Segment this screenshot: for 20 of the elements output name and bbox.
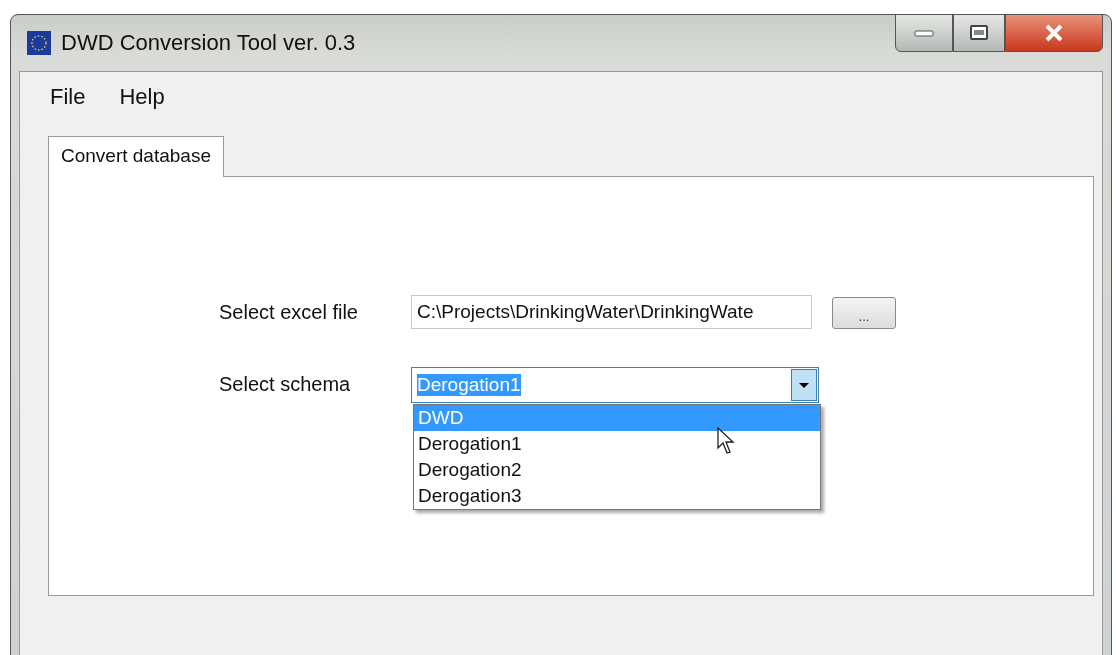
close-button[interactable] [1005, 14, 1103, 52]
menu-item[interactable]: Help [119, 84, 165, 110]
dropdown-option[interactable]: Derogation3 [414, 483, 820, 509]
maximize-button[interactable] [953, 14, 1005, 52]
field-label: Select excel file [219, 300, 359, 324]
maximize-icon [969, 24, 989, 42]
menu-item[interactable]: File [50, 84, 86, 110]
file-path-field[interactable]: C:\Projects\DrinkingWater\DrinkingWate [411, 295, 812, 329]
window-title: DWD Conversion Tool ver. 0.3 [61, 30, 356, 56]
tab[interactable]: Convert database [48, 136, 224, 177]
flag-icon [27, 31, 51, 55]
caret-icon [791, 369, 817, 401]
minimize-button[interactable] [895, 14, 953, 52]
close-icon [1043, 24, 1065, 42]
dropdown-option[interactable]: Derogation2 [414, 457, 820, 483]
browse-button[interactable]: ... [832, 297, 896, 329]
minimize-icon [914, 29, 934, 37]
cursor-icon [717, 427, 735, 455]
dropdown-option[interactable]: Derogation1 [414, 431, 820, 457]
field-label: Select schema [219, 372, 352, 396]
